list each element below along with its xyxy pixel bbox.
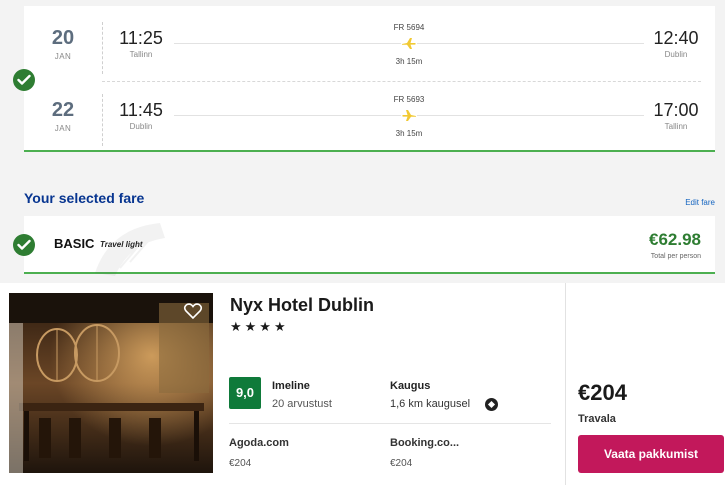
departure-city: Tallinn bbox=[129, 50, 153, 59]
departure-time: 11:25 bbox=[119, 28, 163, 48]
flight-route: FR 5694 3h 15m bbox=[174, 18, 644, 68]
arrival-info: 17:00 Tallinn bbox=[649, 100, 703, 131]
flight-leg-return[interactable]: 22 JAN 11:45 Dublin FR 5693 3h 15m 17:00… bbox=[24, 88, 715, 152]
edit-fare-link[interactable]: Edit fare bbox=[685, 198, 715, 207]
flight-number: FR 5693 bbox=[393, 95, 425, 104]
arrival-city: Dublin bbox=[664, 50, 688, 59]
distance-value: 1,6 km kaugusel bbox=[390, 398, 471, 410]
distance-label: Kaugus bbox=[390, 380, 431, 392]
departure-date: 22 JAN bbox=[38, 88, 88, 133]
divider bbox=[102, 94, 103, 146]
flight-duration: 3h 15m bbox=[395, 57, 423, 66]
provider-price: €204 bbox=[229, 458, 252, 469]
provider-name[interactable]: Agoda.com bbox=[229, 437, 289, 449]
departure-info: 11:45 Dublin bbox=[114, 100, 168, 131]
review-score-label: Imeline bbox=[272, 380, 310, 392]
divider bbox=[565, 283, 566, 485]
best-price-provider: Travala bbox=[578, 413, 616, 425]
date-month: JAN bbox=[54, 124, 72, 133]
flight-duration: 3h 15m bbox=[395, 129, 423, 138]
divider bbox=[102, 22, 103, 74]
departure-date: 20 JAN bbox=[38, 16, 88, 61]
arrival-city: Tallinn bbox=[664, 122, 688, 131]
harp-logo-icon bbox=[95, 223, 165, 276]
selected-fare-heading: Your selected fare bbox=[24, 190, 145, 206]
arrival-time: 12:40 bbox=[653, 28, 699, 48]
flight-number: FR 5694 bbox=[393, 23, 425, 32]
check-icon bbox=[13, 234, 35, 256]
fare-price: €62.98 bbox=[649, 230, 701, 249]
check-icon bbox=[13, 69, 35, 91]
departure-city: Dublin bbox=[129, 122, 153, 131]
fare-name: BASIC bbox=[54, 236, 95, 251]
fare-price-note: Total per person bbox=[650, 253, 701, 260]
date-month: JAN bbox=[54, 52, 72, 61]
arrival-info: 12:40 Dublin bbox=[649, 28, 703, 59]
heart-icon[interactable] bbox=[183, 301, 203, 321]
star-rating-icon: ★★★★ bbox=[230, 319, 289, 334]
review-count: 20 arvustust bbox=[272, 398, 332, 410]
best-price: €204 bbox=[578, 380, 627, 405]
hotel-image[interactable] bbox=[9, 293, 213, 473]
departure-time: 11:45 bbox=[119, 100, 163, 120]
plane-icon bbox=[401, 107, 417, 123]
review-score-badge: 9,0 bbox=[229, 377, 261, 409]
hotel-card: Nyx Hotel Dublin ★★★★ 9,0 Imeline 20 arv… bbox=[0, 283, 725, 485]
divider bbox=[229, 423, 551, 424]
location-icon[interactable] bbox=[485, 398, 498, 411]
provider-name[interactable]: Booking.co... bbox=[390, 437, 459, 449]
departure-info: 11:25 Tallinn bbox=[114, 28, 168, 59]
provider-price: €204 bbox=[390, 458, 413, 469]
date-day: 20 bbox=[51, 27, 75, 49]
arrival-time: 17:00 bbox=[653, 100, 699, 120]
plane-icon bbox=[401, 35, 417, 51]
date-day: 22 bbox=[51, 99, 75, 121]
flight-itinerary-card: 20 JAN 11:25 Tallinn FR 5694 3h 15m 12:4… bbox=[24, 6, 715, 152]
view-deal-button[interactable]: Vaata pakkumist bbox=[578, 435, 724, 473]
flight-leg-outbound[interactable]: 20 JAN 11:25 Tallinn FR 5694 3h 15m 12:4… bbox=[24, 16, 715, 80]
hotel-name[interactable]: Nyx Hotel Dublin bbox=[230, 295, 374, 316]
flight-route: FR 5693 3h 15m bbox=[174, 90, 644, 140]
leg-divider bbox=[102, 81, 701, 82]
